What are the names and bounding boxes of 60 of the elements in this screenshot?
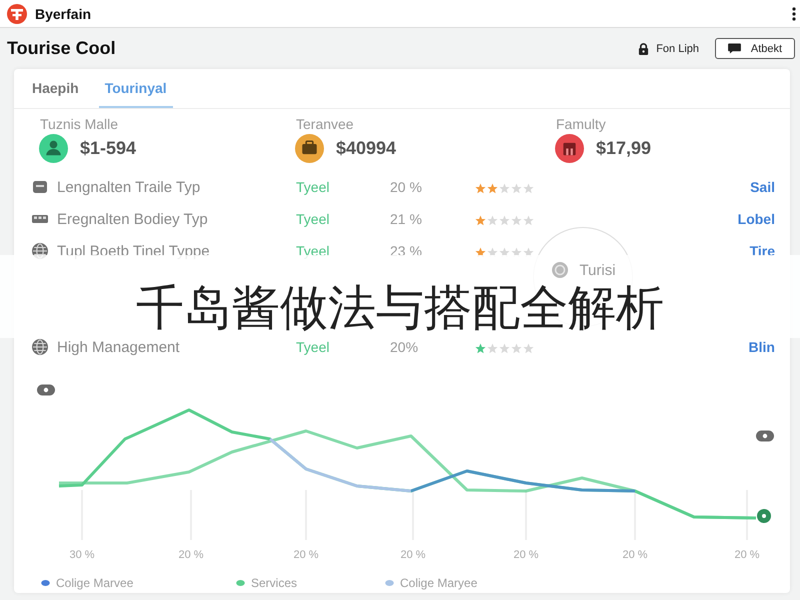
star-icon [523,182,534,194]
stat-label: Teranvee [296,116,355,133]
row-name: Lengnalten Traile Typ [57,178,202,196]
star-icon [499,342,510,354]
row-name: Eregnalten Bodiey Typ [57,210,209,228]
tab[interactable]: Tourinyal [98,70,173,108]
axis-label: 20 % [734,549,760,561]
endpoint-marker-icon [757,509,771,523]
row-link[interactable]: Lobel [738,211,775,227]
banner-title: 千岛酱做法与搭配全解析 [136,284,664,332]
card-icon [32,179,48,195]
bubble-label: Turisi [579,262,616,278]
star-icon [511,342,522,354]
page-title: Tourise Cool [7,38,116,59]
legend-label: Services [251,576,298,590]
stat-value: $1-594 [80,138,136,158]
action-button[interactable]: Atbekt [715,38,795,59]
stat-value: $17,99 [596,138,652,158]
logo-icon [7,4,27,24]
row-link[interactable]: Tire [750,243,775,259]
legend-label: Colige Marvee [56,576,134,590]
percent-text: 20% [390,339,418,355]
stat-label: Famulty [556,116,607,133]
axis-label: 20 % [622,549,648,561]
star-icon [487,214,498,226]
tab[interactable]: Haepih [26,70,85,108]
axis-label: 20 % [178,549,204,561]
axis-label: 20 % [400,549,426,561]
stat-label: Tuznis Malle [40,116,120,133]
percent-text: 20 % [390,179,422,195]
axis-label: 20 % [293,549,319,561]
row-link[interactable]: Blin [748,339,775,355]
star-icon [499,214,510,226]
status-label: Tyeel [296,179,330,195]
globe-icon [32,339,48,355]
percent-text: 21 % [390,211,422,227]
row-name: Tupl Boetb Tinel Typpe [57,242,211,260]
star-icon [511,182,522,194]
menu-icon[interactable] [792,6,796,20]
percent-text: 23 % [390,243,422,259]
axis-label: 30 % [69,549,95,561]
row-name: High Management [57,338,181,356]
star-icon [523,214,534,226]
legend-label: Colige Maryee [400,576,478,590]
star-icon [511,214,522,226]
star-icon [487,342,498,354]
status-label: Tyeel [296,339,330,355]
row-link[interactable]: Sail [750,179,775,195]
star-icon [499,182,510,194]
marker-icon [37,384,55,396]
axis-label: 20 % [513,549,539,561]
stat-value: $40994 [336,138,396,158]
lock-link[interactable]: Fon Liph [656,42,699,54]
marker-icon [756,430,774,442]
brand-name: Byerfain [35,6,92,22]
speech-bubble-icon [728,43,741,54]
lock-icon [638,42,650,54]
status-label: Tyeel [296,211,330,227]
status-label: Tyeel [296,243,330,259]
star-icon [523,342,534,354]
